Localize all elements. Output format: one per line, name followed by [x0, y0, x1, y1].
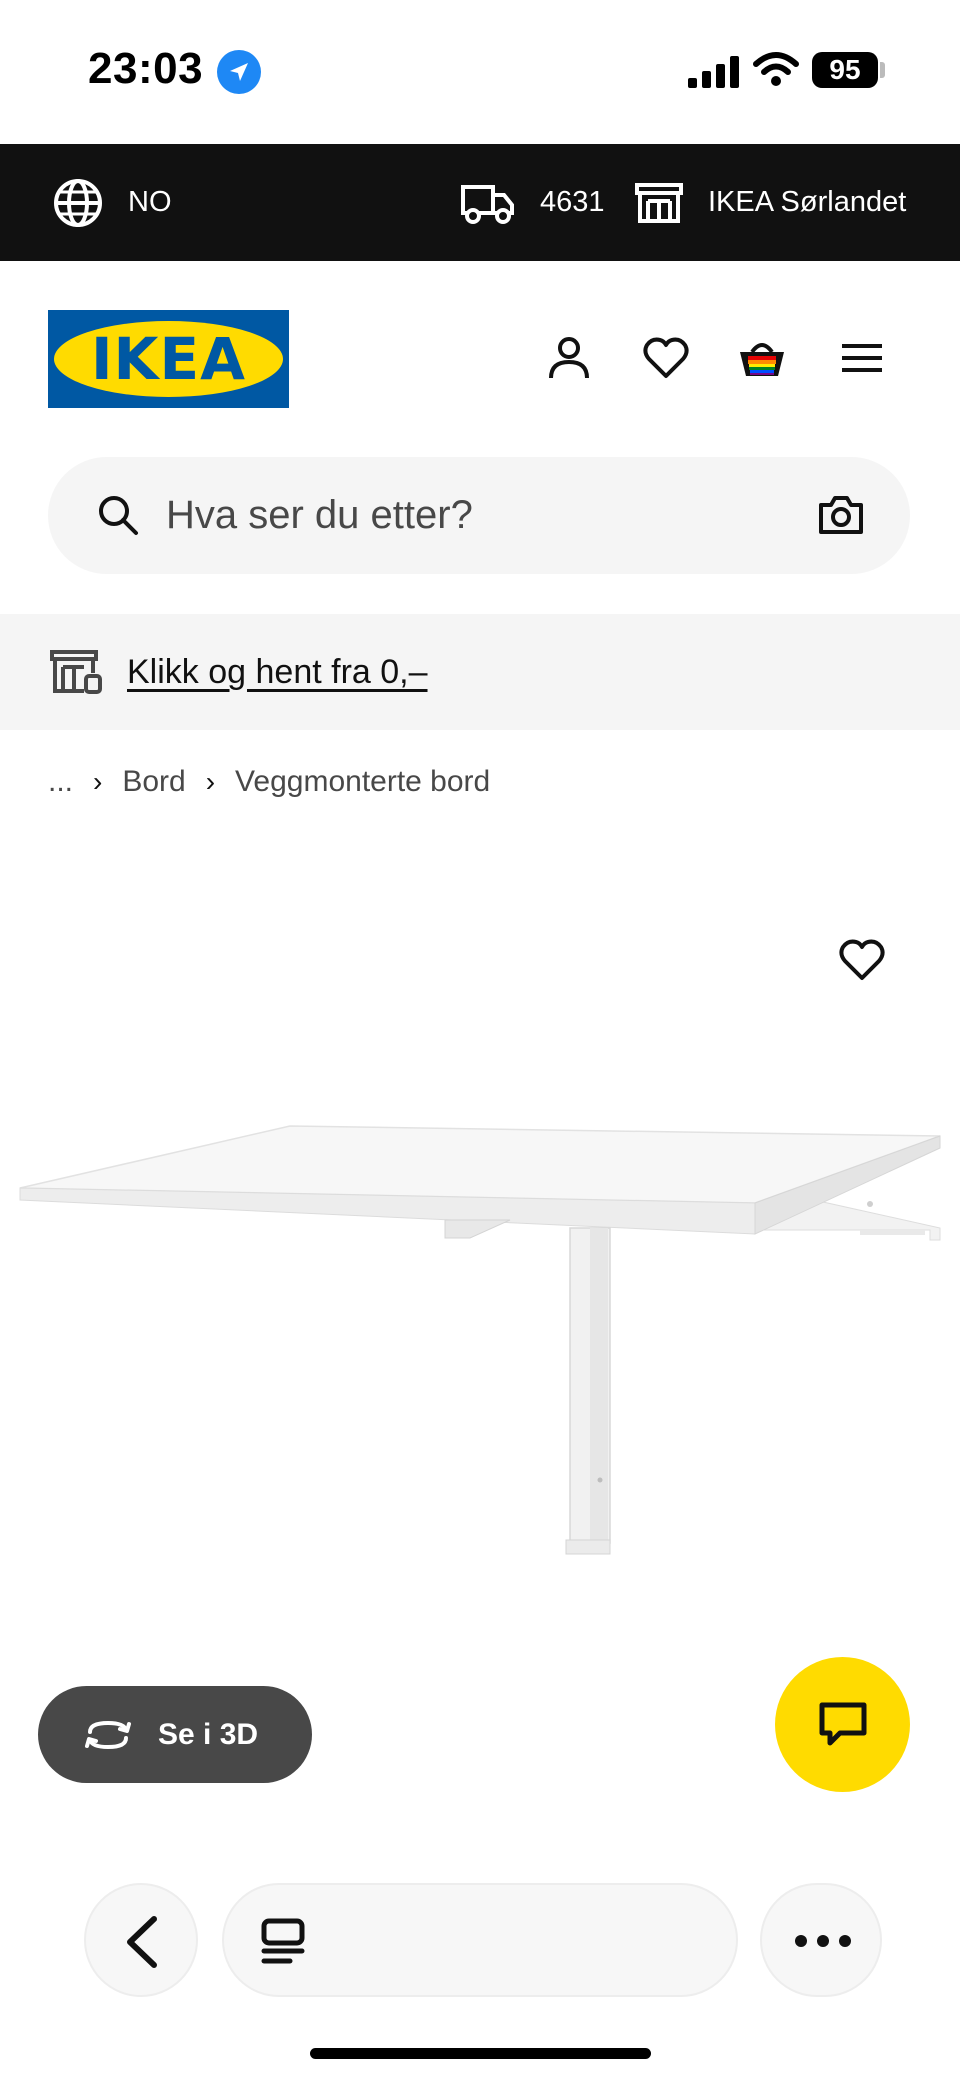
tab-overview-icon	[261, 1918, 305, 1964]
delivery-postal-code[interactable]: 4631	[460, 144, 605, 261]
status-bar: 23:03 95	[0, 0, 960, 144]
page: 23:03 95 NO 4631 IKEA Sørlandet IKEA Hva…	[0, 0, 960, 2081]
chevron-right-icon: ›	[205, 766, 216, 797]
store-pickup-icon	[50, 650, 102, 694]
rotate-3d-icon	[85, 1720, 131, 1749]
battery-tip	[880, 62, 885, 78]
country-code: NO	[128, 186, 172, 218]
globe-icon	[54, 178, 102, 227]
click-collect-link[interactable]: Klikk og hent fra 0,–	[127, 614, 428, 730]
wifi-icon	[753, 52, 799, 86]
heart-icon[interactable]	[642, 334, 690, 382]
view-3d-button[interactable]: Se i 3D	[38, 1686, 312, 1783]
cellular-signal-icon	[688, 56, 739, 88]
chat-button[interactable]	[775, 1657, 910, 1792]
hamburger-menu-icon[interactable]	[838, 334, 886, 382]
chevron-right-icon: ›	[93, 766, 103, 797]
shopping-bag-icon[interactable]	[738, 334, 786, 382]
view-3d-label: Se i 3D	[158, 1717, 259, 1751]
location-arrow-icon	[217, 50, 261, 94]
ikea-logo[interactable]: IKEA	[48, 310, 289, 408]
breadcrumb-ellipsis[interactable]: ...	[48, 765, 73, 799]
store-name: IKEA Sørlandet	[708, 186, 907, 218]
breadcrumb-current[interactable]: Veggmonterte bord	[235, 765, 490, 799]
logo-text: IKEA	[90, 325, 247, 393]
more-dots-icon	[795, 1935, 851, 1947]
status-time: 23:03	[88, 44, 204, 93]
top-info-bar: NO 4631 IKEA Sørlandet	[0, 144, 960, 261]
browser-address-bar[interactable]	[222, 1883, 738, 1997]
delivery-truck-icon	[461, 184, 514, 224]
browser-more-button[interactable]	[760, 1883, 882, 1997]
home-indicator	[310, 2048, 651, 2059]
chevron-left-icon	[127, 1916, 157, 1968]
store-icon	[635, 182, 683, 223]
user-icon[interactable]	[545, 334, 593, 382]
battery-indicator: 95	[812, 52, 878, 88]
country-selector[interactable]: NO	[52, 144, 172, 261]
click-collect-banner: Klikk og hent fra 0,–	[0, 614, 960, 730]
store-selector[interactable]: IKEA Sørlandet	[634, 144, 906, 261]
search-icon	[99, 496, 138, 535]
postal-code: 4631	[540, 186, 605, 218]
breadcrumb: ... › Bord › Veggmonterte bord	[48, 762, 490, 802]
breadcrumb-bord[interactable]: Bord	[122, 765, 185, 799]
chat-bubble-icon	[819, 1702, 867, 1746]
browser-back-button[interactable]	[84, 1883, 198, 1997]
product-image[interactable]	[0, 1100, 960, 1580]
camera-icon[interactable]	[818, 494, 864, 536]
search-bar[interactable]	[48, 457, 910, 574]
search-input[interactable]	[166, 457, 806, 574]
add-to-favourites-heart-icon[interactable]	[838, 937, 886, 983]
